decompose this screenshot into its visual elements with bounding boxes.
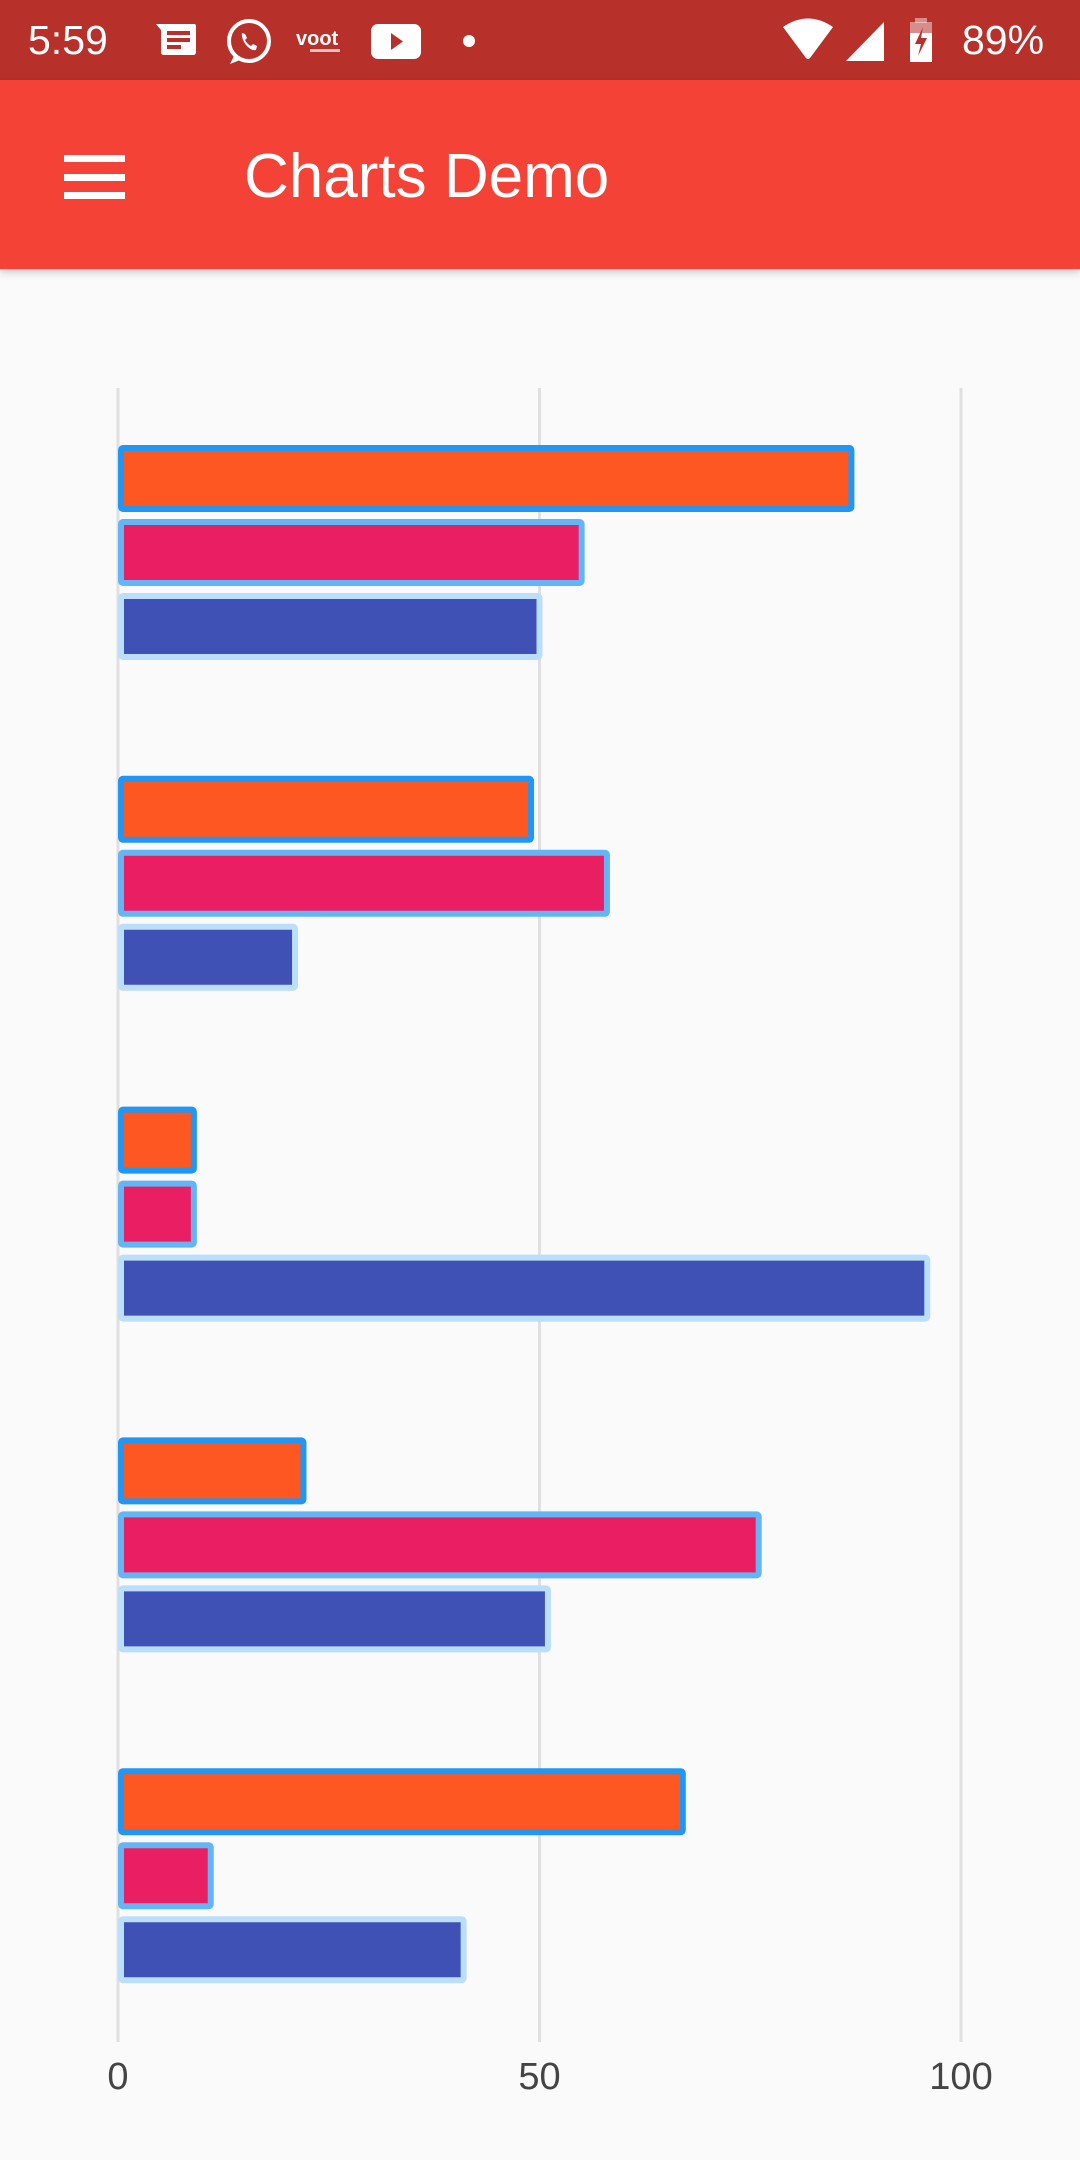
x-tick-label: 100 [929,2056,992,2098]
x-axis-tick-labels: 0 50 100 [107,2056,992,2098]
bar[interactable] [118,519,585,586]
bar[interactable] [118,1916,467,1984]
bar-group [118,1768,686,1984]
bar[interactable] [118,1585,551,1653]
bars [118,445,931,1984]
bar[interactable] [118,775,535,843]
bar[interactable] [118,1106,197,1174]
bar-group [118,1106,931,1322]
bar[interactable] [118,1254,931,1322]
x-tick-label: 50 [518,2056,560,2098]
bar-group [118,775,610,991]
bar-chart: 0 50 100 [107,388,993,2098]
bar[interactable] [118,445,855,512]
bar[interactable] [118,849,610,917]
bar[interactable] [118,1437,307,1505]
x-tick-label: 0 [107,2056,128,2098]
menu-button[interactable] [48,138,140,208]
bar[interactable] [118,1180,197,1248]
bar[interactable] [118,923,299,991]
bar-group [118,445,855,660]
bar[interactable] [118,1842,214,1910]
bar[interactable] [118,1768,686,1836]
app-bar: Charts Demo [0,80,1080,269]
bar[interactable] [118,1511,762,1579]
bar[interactable] [118,593,543,660]
bar-group [118,1437,762,1653]
page-title: Charts Demo [244,142,610,211]
